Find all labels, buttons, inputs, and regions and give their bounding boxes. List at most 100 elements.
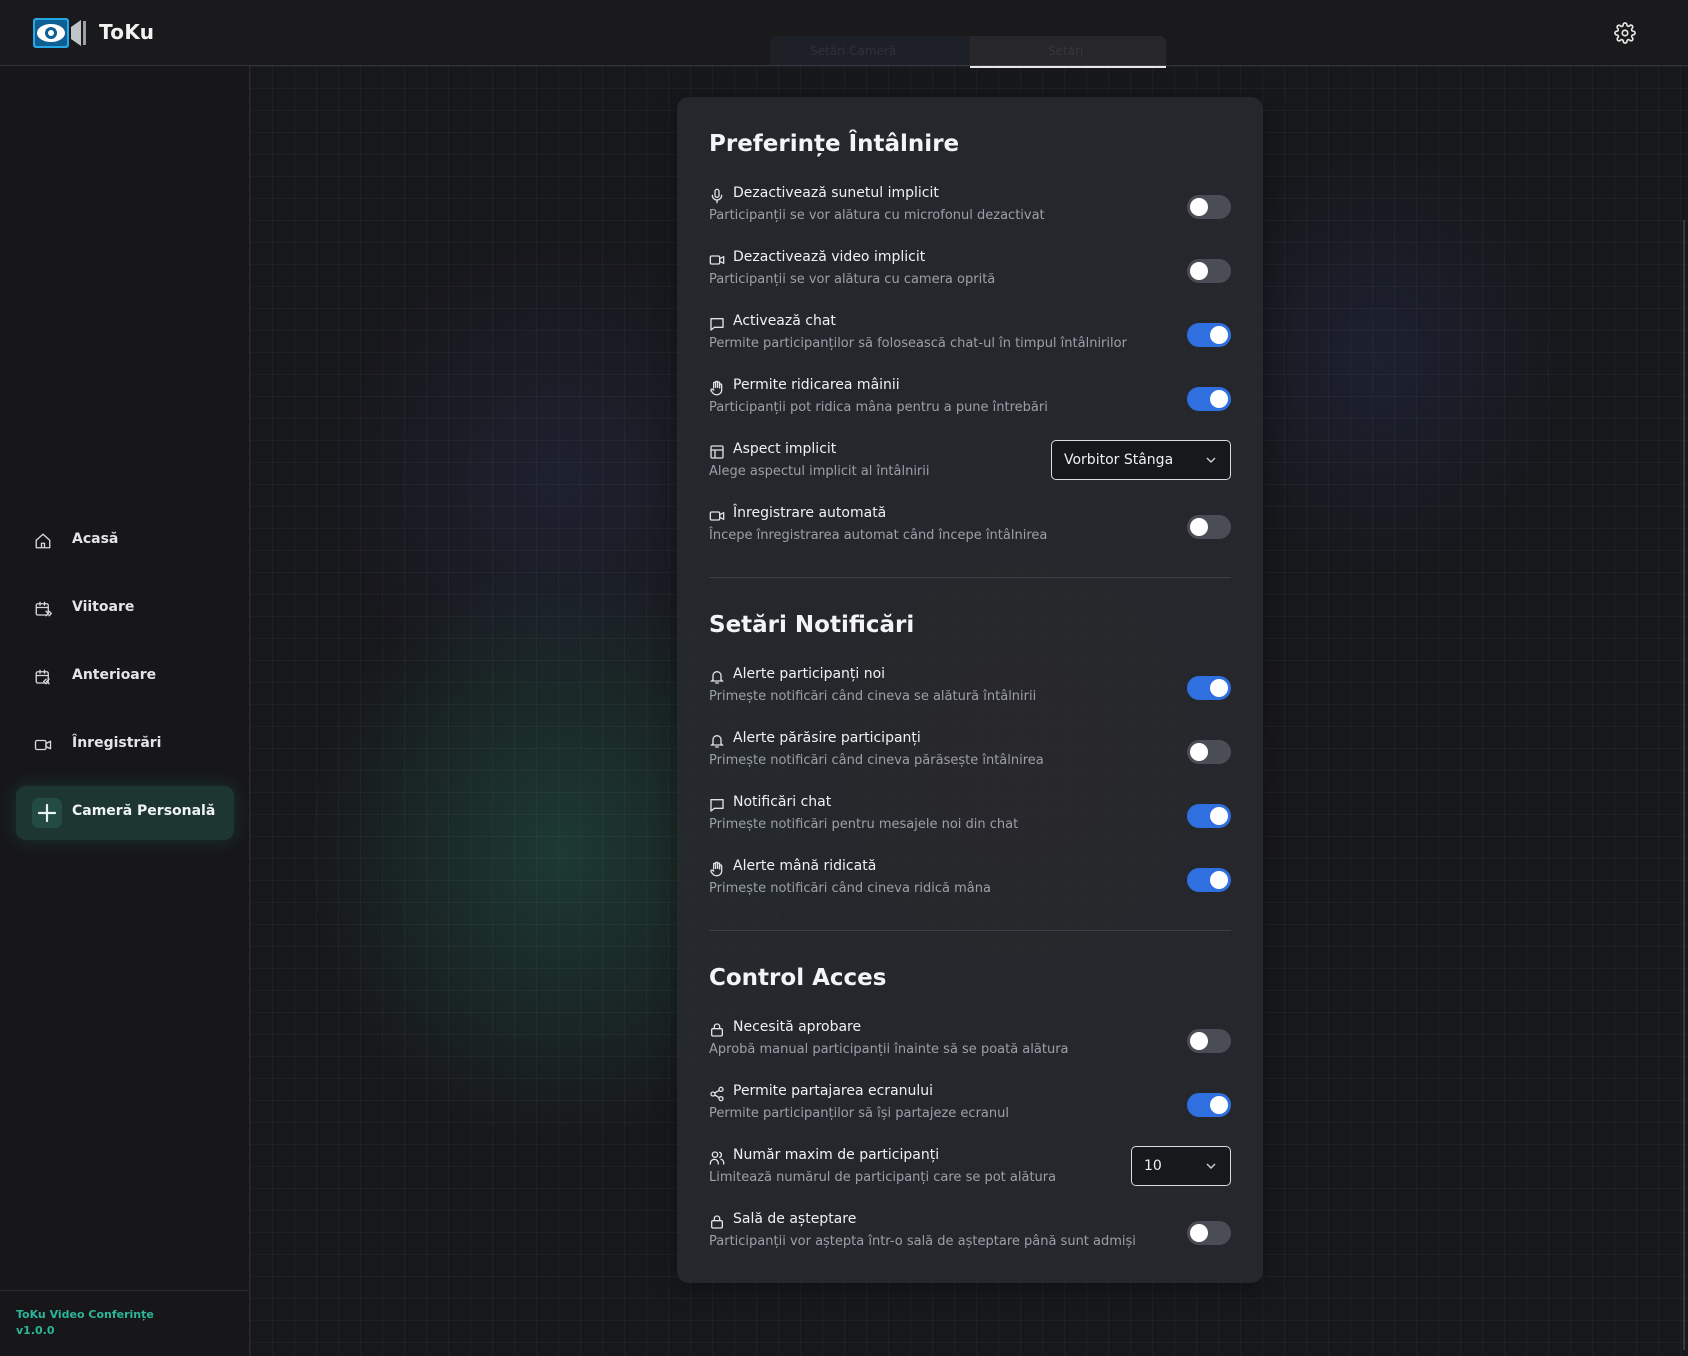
max-participants-value: 10 bbox=[1144, 1158, 1162, 1174]
leave-alerts-toggle[interactable] bbox=[1187, 740, 1231, 764]
setting-waiting-room: Sală de așteptare Participanții vor aște… bbox=[709, 1211, 1231, 1261]
sidebar-item-previous[interactable]: Anterioare bbox=[16, 650, 234, 704]
require-approval-toggle[interactable] bbox=[1187, 1029, 1231, 1053]
section-title-notifications: Setări Notificări bbox=[709, 612, 915, 638]
calendar-back-icon bbox=[34, 668, 52, 686]
section-divider bbox=[709, 930, 1231, 931]
setting-title: Notificări chat bbox=[733, 794, 832, 810]
personal-room-label: Cameră Personală bbox=[72, 803, 216, 819]
setting-description: Primește notificări când cineva se alătu… bbox=[709, 689, 1037, 704]
personal-room-button[interactable]: Cameră Personală bbox=[16, 786, 234, 840]
toku-logo-icon bbox=[33, 18, 87, 48]
chevron-down-icon bbox=[1206, 456, 1216, 464]
chat-icon bbox=[709, 797, 725, 813]
waiting-room-toggle[interactable] bbox=[1187, 1221, 1231, 1245]
sidebar-item-label: Înregistrări bbox=[72, 735, 162, 751]
lock-icon bbox=[709, 1214, 725, 1230]
setting-title: Alerte părăsire participanți bbox=[733, 730, 921, 746]
home-icon bbox=[34, 532, 52, 550]
tab-settings[interactable]: Setări bbox=[970, 36, 1166, 68]
plus-icon bbox=[32, 798, 62, 828]
section-divider bbox=[709, 577, 1231, 578]
section-title-access: Control Acces bbox=[709, 965, 887, 991]
auto-record-toggle[interactable] bbox=[1187, 515, 1231, 539]
setting-title: Permite partajarea ecranului bbox=[733, 1083, 934, 1099]
enable-chat-toggle[interactable] bbox=[1187, 323, 1231, 347]
sidebar: Acasă Viitoare Anterioare Înregistrări C… bbox=[0, 66, 250, 1356]
setting-title: Necesită aprobare bbox=[733, 1019, 862, 1035]
sidebar-item-home[interactable]: Acasă bbox=[16, 514, 234, 568]
gear-icon[interactable] bbox=[1614, 22, 1636, 44]
setting-chat-notifications: Notificări chat Primește notificări pent… bbox=[709, 794, 1231, 844]
setting-description: Participanții vor aștepta într-o sală de… bbox=[709, 1234, 1136, 1249]
setting-enable-chat: Activează chat Permite participanților s… bbox=[709, 313, 1231, 363]
video-icon bbox=[34, 736, 52, 754]
hand-alerts-toggle[interactable] bbox=[1187, 868, 1231, 892]
mute-video-toggle[interactable] bbox=[1187, 259, 1231, 283]
sidebar-item-label: Acasă bbox=[72, 531, 119, 547]
setting-default-layout: Aspect implicit Alege aspectul implicit … bbox=[709, 440, 1231, 491]
setting-title: Înregistrare automată bbox=[733, 505, 887, 521]
footer-version: v1.0.0 bbox=[16, 1324, 55, 1337]
setting-mute-video: Dezactivează video implicit Participanți… bbox=[709, 249, 1231, 299]
setting-description: Permite participanților să își partajeze… bbox=[709, 1106, 1009, 1121]
setting-description: Permite participanților să folosească ch… bbox=[709, 336, 1127, 351]
layout-select[interactable]: Vorbitor Stânga bbox=[1051, 440, 1231, 480]
tab-room-settings[interactable]: Setări Cameră bbox=[770, 36, 970, 66]
tab-room-settings-label: Setări Cameră bbox=[810, 44, 897, 58]
users-icon bbox=[709, 1150, 725, 1166]
max-participants-select[interactable]: 10 bbox=[1131, 1146, 1231, 1186]
setting-mute-audio: Dezactivează sunetul implicit Participan… bbox=[709, 185, 1231, 235]
setting-description: Primește notificări când cineva ridică m… bbox=[709, 881, 991, 896]
share-icon bbox=[709, 1086, 725, 1102]
setting-max-participants: Număr maxim de participanți Limitează nu… bbox=[709, 1146, 1231, 1197]
settings-panel: Preferințe Întâlnire Dezactivează sunetu… bbox=[677, 97, 1263, 1283]
layout-icon bbox=[709, 444, 725, 460]
sidebar-item-upcoming[interactable]: Viitoare bbox=[16, 582, 234, 636]
setting-screen-share: Permite partajarea ecranului Permite par… bbox=[709, 1083, 1231, 1133]
setting-title: Alerte mână ridicată bbox=[733, 858, 877, 874]
bell-icon bbox=[709, 669, 725, 685]
screen-share-toggle[interactable] bbox=[1187, 1093, 1231, 1117]
bell-icon bbox=[709, 733, 725, 749]
setting-title: Aspect implicit bbox=[733, 441, 837, 457]
setting-title: Dezactivează video implicit bbox=[733, 249, 926, 265]
video-icon bbox=[709, 252, 725, 268]
setting-title: Sală de așteptare bbox=[733, 1211, 857, 1227]
sidebar-divider bbox=[0, 1290, 249, 1291]
setting-description: Aprobă manual participanții înainte să s… bbox=[709, 1042, 1069, 1057]
setting-description: Primește notificări când cineva părăseșt… bbox=[709, 753, 1044, 768]
join-alerts-toggle[interactable] bbox=[1187, 676, 1231, 700]
setting-raise-hand: Permite ridicarea mâinii Participanții p… bbox=[709, 377, 1231, 427]
microphone-icon bbox=[709, 188, 725, 204]
setting-hand-alerts: Alerte mână ridicată Primește notificări… bbox=[709, 858, 1231, 908]
tab-settings-label: Setări bbox=[1048, 44, 1084, 58]
setting-description: Alege aspectul implicit al întâlnirii bbox=[709, 464, 930, 479]
raise-hand-toggle[interactable] bbox=[1187, 387, 1231, 411]
hand-icon bbox=[709, 861, 725, 877]
setting-description: Participanții pot ridica mâna pentru a p… bbox=[709, 400, 1048, 415]
sidebar-item-recordings[interactable]: Înregistrări bbox=[16, 718, 234, 772]
footer-app-name: ToKu Video Conferințe bbox=[16, 1308, 154, 1321]
chat-notifications-toggle[interactable] bbox=[1187, 804, 1231, 828]
setting-title: Număr maxim de participanți bbox=[733, 1147, 940, 1163]
sidebar-item-label: Anterioare bbox=[72, 667, 157, 683]
chat-icon bbox=[709, 316, 725, 332]
setting-title: Permite ridicarea mâinii bbox=[733, 377, 900, 393]
section-title-meeting: Preferințe Întâlnire bbox=[709, 131, 960, 157]
setting-description: Primește notificări pentru mesajele noi … bbox=[709, 817, 1019, 832]
setting-description: Limitează numărul de participanți care s… bbox=[709, 1170, 1057, 1185]
app-name: ToKu bbox=[99, 20, 155, 44]
setting-require-approval: Necesită aprobare Aprobă manual particip… bbox=[709, 1019, 1231, 1069]
sidebar-item-label: Viitoare bbox=[72, 599, 135, 615]
setting-description: Începe înregistrarea automat când începe… bbox=[709, 528, 1048, 543]
chevron-down-icon bbox=[1206, 1162, 1216, 1170]
setting-title: Dezactivează sunetul implicit bbox=[733, 185, 939, 201]
layout-select-value: Vorbitor Stânga bbox=[1064, 452, 1174, 468]
setting-description: Participanții se vor alătura cu microfon… bbox=[709, 208, 1045, 223]
setting-description: Participanții se vor alătura cu camera o… bbox=[709, 272, 996, 287]
video-icon bbox=[709, 508, 725, 524]
scrollbar[interactable] bbox=[1683, 220, 1685, 1350]
setting-join-alerts: Alerte participanți noi Primește notific… bbox=[709, 666, 1231, 716]
mute-audio-toggle[interactable] bbox=[1187, 195, 1231, 219]
